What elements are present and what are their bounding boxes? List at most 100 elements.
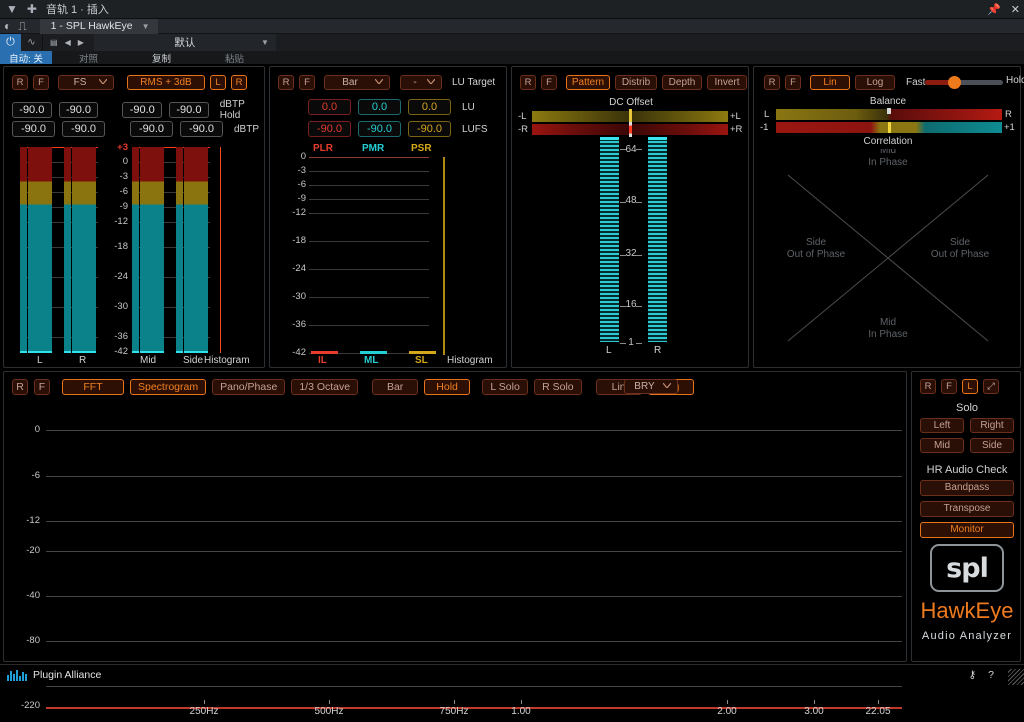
label: Bandpass	[944, 482, 990, 493]
license-key-icon[interactable]: ⚷	[968, 669, 976, 681]
spectrum-f-button[interactable]: F	[34, 379, 50, 395]
label: R	[768, 76, 776, 88]
invert-button[interactable]: Invert	[707, 75, 747, 90]
tick: -30	[114, 301, 128, 312]
solo-left-button[interactable]: Left	[920, 418, 964, 433]
dbtp-l[interactable]: -90.0	[12, 121, 55, 137]
plr-lufs-value[interactable]: -90.0	[308, 121, 351, 137]
plugin-selector[interactable]: 1 - SPL HawkEye ▼	[39, 18, 159, 34]
spectrum-fft-button[interactable]: FFT	[62, 379, 124, 395]
prev-preset-icon[interactable]: ◀	[65, 38, 71, 47]
value: 0.0	[421, 101, 438, 113]
compare-button[interactable]: 对照	[52, 51, 125, 65]
menu-icon[interactable]: ▼	[6, 3, 18, 15]
dbtp-hold-mid[interactable]: -90.0	[122, 102, 163, 118]
dbtp-r[interactable]: -90.0	[62, 121, 105, 137]
loudness-r-button[interactable]: R	[278, 75, 294, 90]
spectrum-spectrogram-button[interactable]: Spectrogram	[130, 379, 207, 395]
distrib-button[interactable]: Distrib	[615, 75, 657, 90]
balance-needle	[887, 108, 891, 114]
spectrum-bar-button[interactable]: Bar	[372, 379, 419, 395]
dbtp-hold-l[interactable]: -90.0	[12, 102, 52, 118]
label: -	[413, 77, 417, 88]
sidebar-r-button[interactable]: R	[920, 379, 936, 394]
label: Spectrogram	[138, 380, 199, 393]
loudness-f-button[interactable]: F	[299, 75, 315, 90]
goniometer[interactable]: Mid In Phase Side Out of Phase Side Out …	[756, 149, 1020, 365]
dbtp-side[interactable]: -90.0	[180, 121, 223, 137]
label: L	[215, 76, 221, 88]
loudness-display-select[interactable]: Bar	[324, 75, 390, 90]
curve-button[interactable]: ∿	[21, 34, 42, 51]
chevron-down-icon	[99, 79, 107, 84]
hr-transpose-button[interactable]: Transpose	[920, 501, 1014, 517]
spectrum-pano-phase-button[interactable]: Pano/Phase	[212, 379, 286, 395]
dbtp-hold-side[interactable]: -90.0	[169, 102, 209, 118]
hr-bandpass-button[interactable]: Bandpass	[920, 480, 1014, 496]
level-histogram-label: Histogram	[204, 355, 250, 366]
level-rch-button[interactable]: R	[231, 75, 247, 90]
spectrum-color-select[interactable]: BRY	[624, 379, 678, 394]
next-preset-icon[interactable]: ▶	[78, 38, 84, 47]
label: Invert	[714, 76, 740, 88]
level-r-button[interactable]: R	[12, 75, 28, 90]
resize-grip[interactable]	[1008, 669, 1024, 685]
phase-lin-button[interactable]: Lin	[810, 75, 850, 90]
automation-toggle[interactable]: 自动: 关	[0, 51, 52, 65]
bit-f-button[interactable]: F	[541, 75, 557, 90]
level-mode-button[interactable]: RMS + 3dB	[127, 75, 205, 90]
phase-f-button[interactable]: F	[785, 75, 801, 90]
paste-button[interactable]: 粘贴	[198, 51, 271, 65]
hr-monitor-button[interactable]: Monitor	[920, 522, 1014, 538]
spectrum-plot[interactable]: 0 -6 -12 -20 -40 -80 -220	[4, 400, 908, 711]
bypass-icon[interactable]: ◐	[4, 19, 11, 33]
level-f-button[interactable]: F	[33, 75, 49, 90]
close-icon[interactable]: ✕	[1011, 3, 1020, 16]
sidebar-resize-button[interactable]: ⤢	[983, 379, 999, 394]
phase-log-button[interactable]: Log	[855, 75, 895, 90]
label: Side	[981, 439, 1002, 451]
routing-icon[interactable]: ⎍	[18, 19, 26, 34]
preset-selector[interactable]: 默认 ▼	[93, 34, 276, 51]
spectrum-l-solo-button[interactable]: L Solo	[482, 379, 529, 395]
spectrum-r-button[interactable]: R	[12, 379, 28, 395]
lu-target-select[interactable]: -	[400, 75, 442, 90]
status-bar: Plugin Alliance ⚷ ?	[0, 664, 1024, 685]
sidebar-l-button[interactable]: L	[962, 379, 978, 394]
sidebar-panel: R F L ⤢ Solo Left Right Mid Side HR Audio C…	[911, 371, 1021, 662]
solo-right-button[interactable]: Right	[970, 418, 1014, 433]
label: Monitor	[950, 524, 984, 535]
psr-lufs-value[interactable]: -90.0	[408, 121, 451, 137]
solo-side-button[interactable]: Side	[970, 438, 1014, 453]
help-icon[interactable]: ?	[988, 669, 994, 681]
host-automation-bar: 自动: 关 对照 复制 粘贴	[0, 51, 1024, 65]
level-scale-select[interactable]: FS	[58, 75, 114, 90]
pattern-button[interactable]: Pattern	[566, 75, 610, 90]
pin-icon[interactable]: 📌	[987, 3, 1001, 16]
pmr-lufs-value[interactable]: -90.0	[358, 121, 401, 137]
preset-list-icon[interactable]: ▤	[50, 38, 58, 47]
pmr-lu-value[interactable]: 0.0	[358, 99, 401, 115]
spectrum-third-octave-button[interactable]: 1/3 Octave	[291, 379, 359, 395]
label: Bar	[386, 380, 404, 393]
copy-button[interactable]: 复制	[125, 51, 198, 65]
spectrum-r-solo-button[interactable]: R Solo	[534, 379, 582, 395]
dbtp-hold-r[interactable]: -90.0	[58, 102, 99, 118]
plr-lu-value[interactable]: 0.0	[308, 99, 351, 115]
slider-thumb[interactable]	[947, 76, 961, 89]
power-button[interactable]: ⏻	[0, 34, 21, 51]
tick: -3	[119, 171, 128, 182]
depth-button[interactable]: Depth	[662, 75, 702, 90]
phase-r-button[interactable]: R	[764, 75, 780, 90]
level-l-button[interactable]: L	[210, 75, 226, 90]
phase-speed-slider[interactable]	[925, 76, 1003, 89]
bit-r-button[interactable]: R	[520, 75, 536, 90]
plus-icon[interactable]: ✚	[27, 3, 37, 15]
solo-mid-button[interactable]: Mid	[920, 438, 964, 453]
dbtp-mid[interactable]: -90.0	[130, 121, 173, 137]
spectrum-hold-button[interactable]: Hold	[424, 379, 471, 395]
psr-lu-value[interactable]: 0.0	[408, 99, 451, 115]
label: Mid	[933, 439, 951, 451]
meter-label-side: Side	[183, 355, 204, 366]
sidebar-f-button[interactable]: F	[941, 379, 957, 394]
